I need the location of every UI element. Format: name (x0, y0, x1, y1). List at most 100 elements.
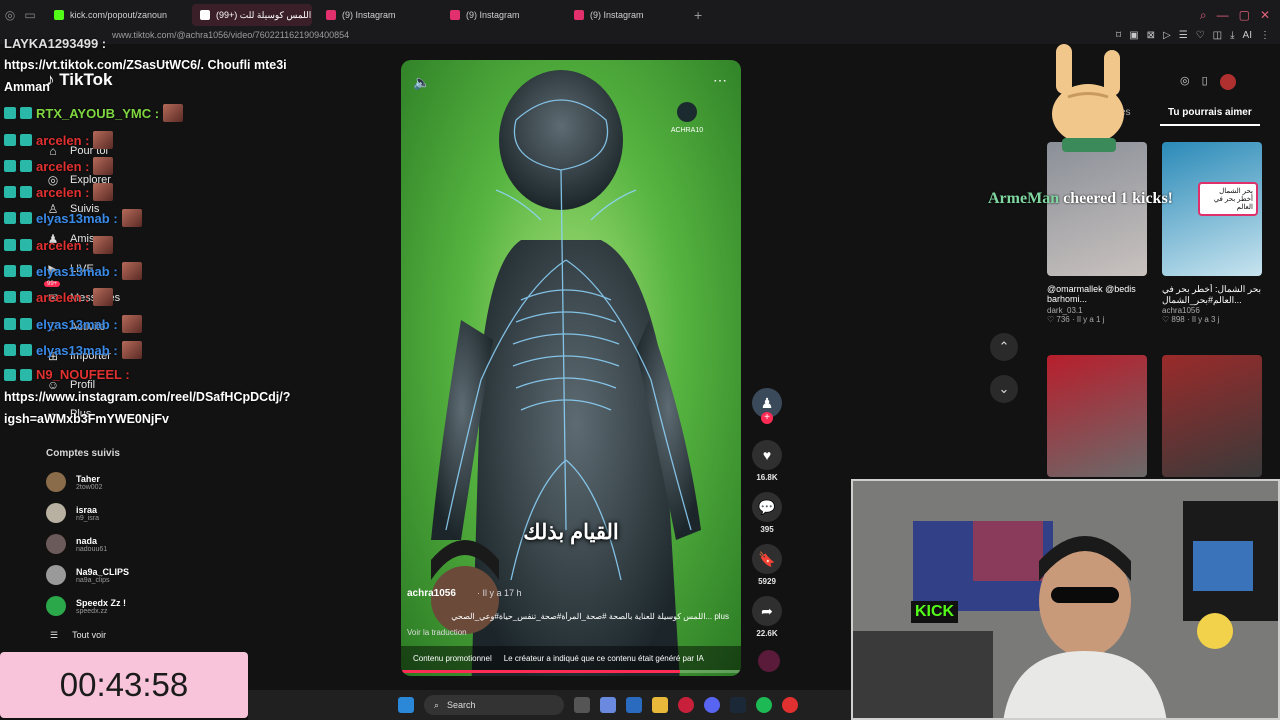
browser-tab[interactable]: (9) Instagram (318, 4, 436, 26)
author-avatar-button[interactable]: ♟ + (752, 388, 782, 424)
volume-icon[interactable]: 🔈 (413, 74, 430, 91)
video-progress-bar[interactable] (401, 670, 741, 673)
browser-tab[interactable]: (9) Instagram (566, 4, 684, 26)
chat-username: LAYKA1293499 : (4, 36, 107, 51)
next-video-button[interactable]: ⌄ (990, 375, 1018, 403)
device-icon[interactable]: ▯ (1202, 74, 1208, 90)
adblock-icon[interactable]: ⊠ (1147, 30, 1155, 41)
promo-label[interactable]: Contenu promotionnel (413, 654, 492, 663)
suggested-video-thumbnail[interactable] (1047, 142, 1147, 276)
tiktok-logo[interactable]: ♪ TikTok (46, 70, 112, 90)
badge-icon (4, 186, 16, 198)
chat-line: elyas13mab : (4, 262, 142, 280)
badge-icon (20, 160, 32, 172)
browser-tab[interactable]: kick.com/popout/zanoun (46, 4, 186, 26)
maximize-icon[interactable]: ▢ (1239, 8, 1250, 23)
suggested-video-info[interactable]: بحر الشمال: أخطر بحر في العالم#بحر_الشما… (1162, 284, 1262, 324)
bookmark-icon[interactable]: ⌑ (1116, 30, 1121, 41)
previous-video-button[interactable]: ⌃ (990, 333, 1018, 361)
browser-tab[interactable]: (99+) اللمس كوسيلة للت (192, 4, 312, 26)
download-icon[interactable]: ⤓ (1230, 30, 1234, 41)
user-avatar[interactable] (1219, 74, 1236, 90)
opera-gx-icon[interactable] (678, 697, 694, 713)
minimize-icon[interactable]: — (1217, 8, 1229, 23)
chat-username: elyas13mab : (36, 342, 118, 358)
account-name: Taher (76, 473, 100, 484)
video-player[interactable]: ACHRA10 🔈 ⋯ القيام بذلك achra1056 · Il y… (401, 60, 741, 676)
suggested-video-thumbnail[interactable] (1047, 355, 1147, 477)
emote-icon (121, 315, 142, 333)
suggested-video-thumbnail[interactable]: بحر الشمال أخطر بحر في العالم (1162, 142, 1262, 276)
badge-icon (4, 265, 16, 277)
app-icon[interactable] (782, 697, 798, 713)
followed-account[interactable]: israa n9_isra (46, 503, 99, 523)
windows-start-icon[interactable] (398, 697, 414, 713)
share-button[interactable]: ➦ 22.6K (752, 596, 782, 638)
see-all-link[interactable]: ☰ Tout voir (50, 630, 106, 641)
followed-account[interactable]: Na9a_CLIPS na9a_clips (46, 565, 129, 585)
taskbar-search-label: Search (447, 700, 476, 710)
chevron-up-icon: ⌃ (998, 339, 1010, 354)
spotify-icon[interactable] (756, 697, 772, 713)
action-count: 22.6K (756, 629, 778, 638)
followed-account[interactable]: Taher 2tow002 (46, 472, 102, 492)
browser-menu-icon[interactable]: ◎ (0, 0, 20, 30)
close-window-icon[interactable]: ✕ (1260, 8, 1270, 23)
video-description[interactable]: اللمس كوسيلة للعناية بالصحة #صحة_المرأة#… (407, 612, 729, 621)
badge-icon (4, 239, 16, 251)
url-text[interactable]: www.tiktok.com/@achra1056/video/76022116… (112, 30, 349, 40)
discord-icon[interactable] (704, 697, 720, 713)
chat-username: elyas13mab : (36, 263, 118, 279)
wallet-icon[interactable]: ◫ (1213, 30, 1222, 41)
chat-username: arcelen : (36, 184, 90, 200)
suggestion-title: @omarmallek @bedis barhomi... (1047, 284, 1136, 304)
more-options-icon[interactable]: ⋯ (713, 72, 727, 89)
badge-icon (4, 318, 16, 330)
suggested-video-info[interactable]: @omarmallek @bedis barhomi... dark_03.1 … (1047, 284, 1147, 324)
browser-tab[interactable]: (9) Instagram (442, 4, 560, 26)
tab-you-may-like[interactable]: Tu pourrais aimer (1168, 107, 1252, 118)
heart-icon: ♡ (1162, 315, 1170, 324)
new-tab-icon[interactable]: + (694, 7, 702, 23)
followed-account[interactable]: nada nadouu61 (46, 534, 107, 554)
heart-button[interactable]: ♥ 16.8K (752, 440, 782, 482)
chat-message: igsh=aWMxb3FmYWE0NjFv (4, 412, 169, 426)
ai-button[interactable]: AI (1243, 30, 1252, 41)
following-title: Comptes suivis (46, 448, 120, 459)
heart-icon[interactable]: ♡ (1196, 30, 1205, 41)
badge-icon (4, 107, 16, 119)
tab-favicon-icon (54, 10, 64, 20)
badge-icon (20, 368, 32, 381)
suggested-video-thumbnail[interactable] (1162, 355, 1262, 477)
music-disc-icon[interactable] (758, 650, 780, 672)
camera-icon[interactable]: ▣ (1129, 30, 1138, 41)
suggestion-age: · Il y a 1 j (1072, 315, 1105, 324)
bookmarks-list-icon[interactable]: ☰ (1179, 30, 1188, 41)
steam-icon[interactable] (730, 697, 746, 713)
chat-line: elyas13mab : (4, 209, 142, 227)
badge-icon (4, 212, 16, 224)
translate-link[interactable]: Voir la traduction (407, 628, 467, 637)
kick-sign: KICK (911, 601, 959, 623)
play-icon[interactable]: ▷ (1163, 30, 1171, 41)
bookmark-button[interactable]: 🔖 5929 (752, 544, 782, 586)
taskbar-search[interactable]: ⌕ Search (424, 695, 564, 715)
suggestion-title: بحر الشمال: أخطر بحر في العالم#بحر_الشما… (1162, 284, 1262, 305)
chat-line: N9_NOUFEEL : (4, 367, 130, 382)
video-author[interactable]: achra1056 (407, 588, 456, 599)
search-tabs-icon[interactable]: ⌕ (1200, 8, 1207, 23)
nav-badge: 99+ (44, 281, 61, 287)
comment-button[interactable]: 💬 395 (752, 492, 782, 534)
store-icon[interactable] (626, 697, 642, 713)
emote-icon (93, 131, 114, 149)
coin-icon[interactable]: ◎ (1180, 74, 1190, 90)
menu-icon[interactable]: ⋮ (1260, 30, 1270, 41)
task-view-icon[interactable] (574, 697, 590, 713)
copilot-icon[interactable] (600, 697, 616, 713)
follow-plus-icon[interactable]: + (761, 412, 773, 424)
file-explorer-icon[interactable] (652, 697, 668, 713)
avatar (46, 596, 66, 616)
tab-overview-icon[interactable]: ▭ (20, 0, 40, 30)
suggestion-likes: 736 (1056, 315, 1070, 324)
followed-account[interactable]: Speedx Zz ! speedx.zz (46, 596, 126, 616)
